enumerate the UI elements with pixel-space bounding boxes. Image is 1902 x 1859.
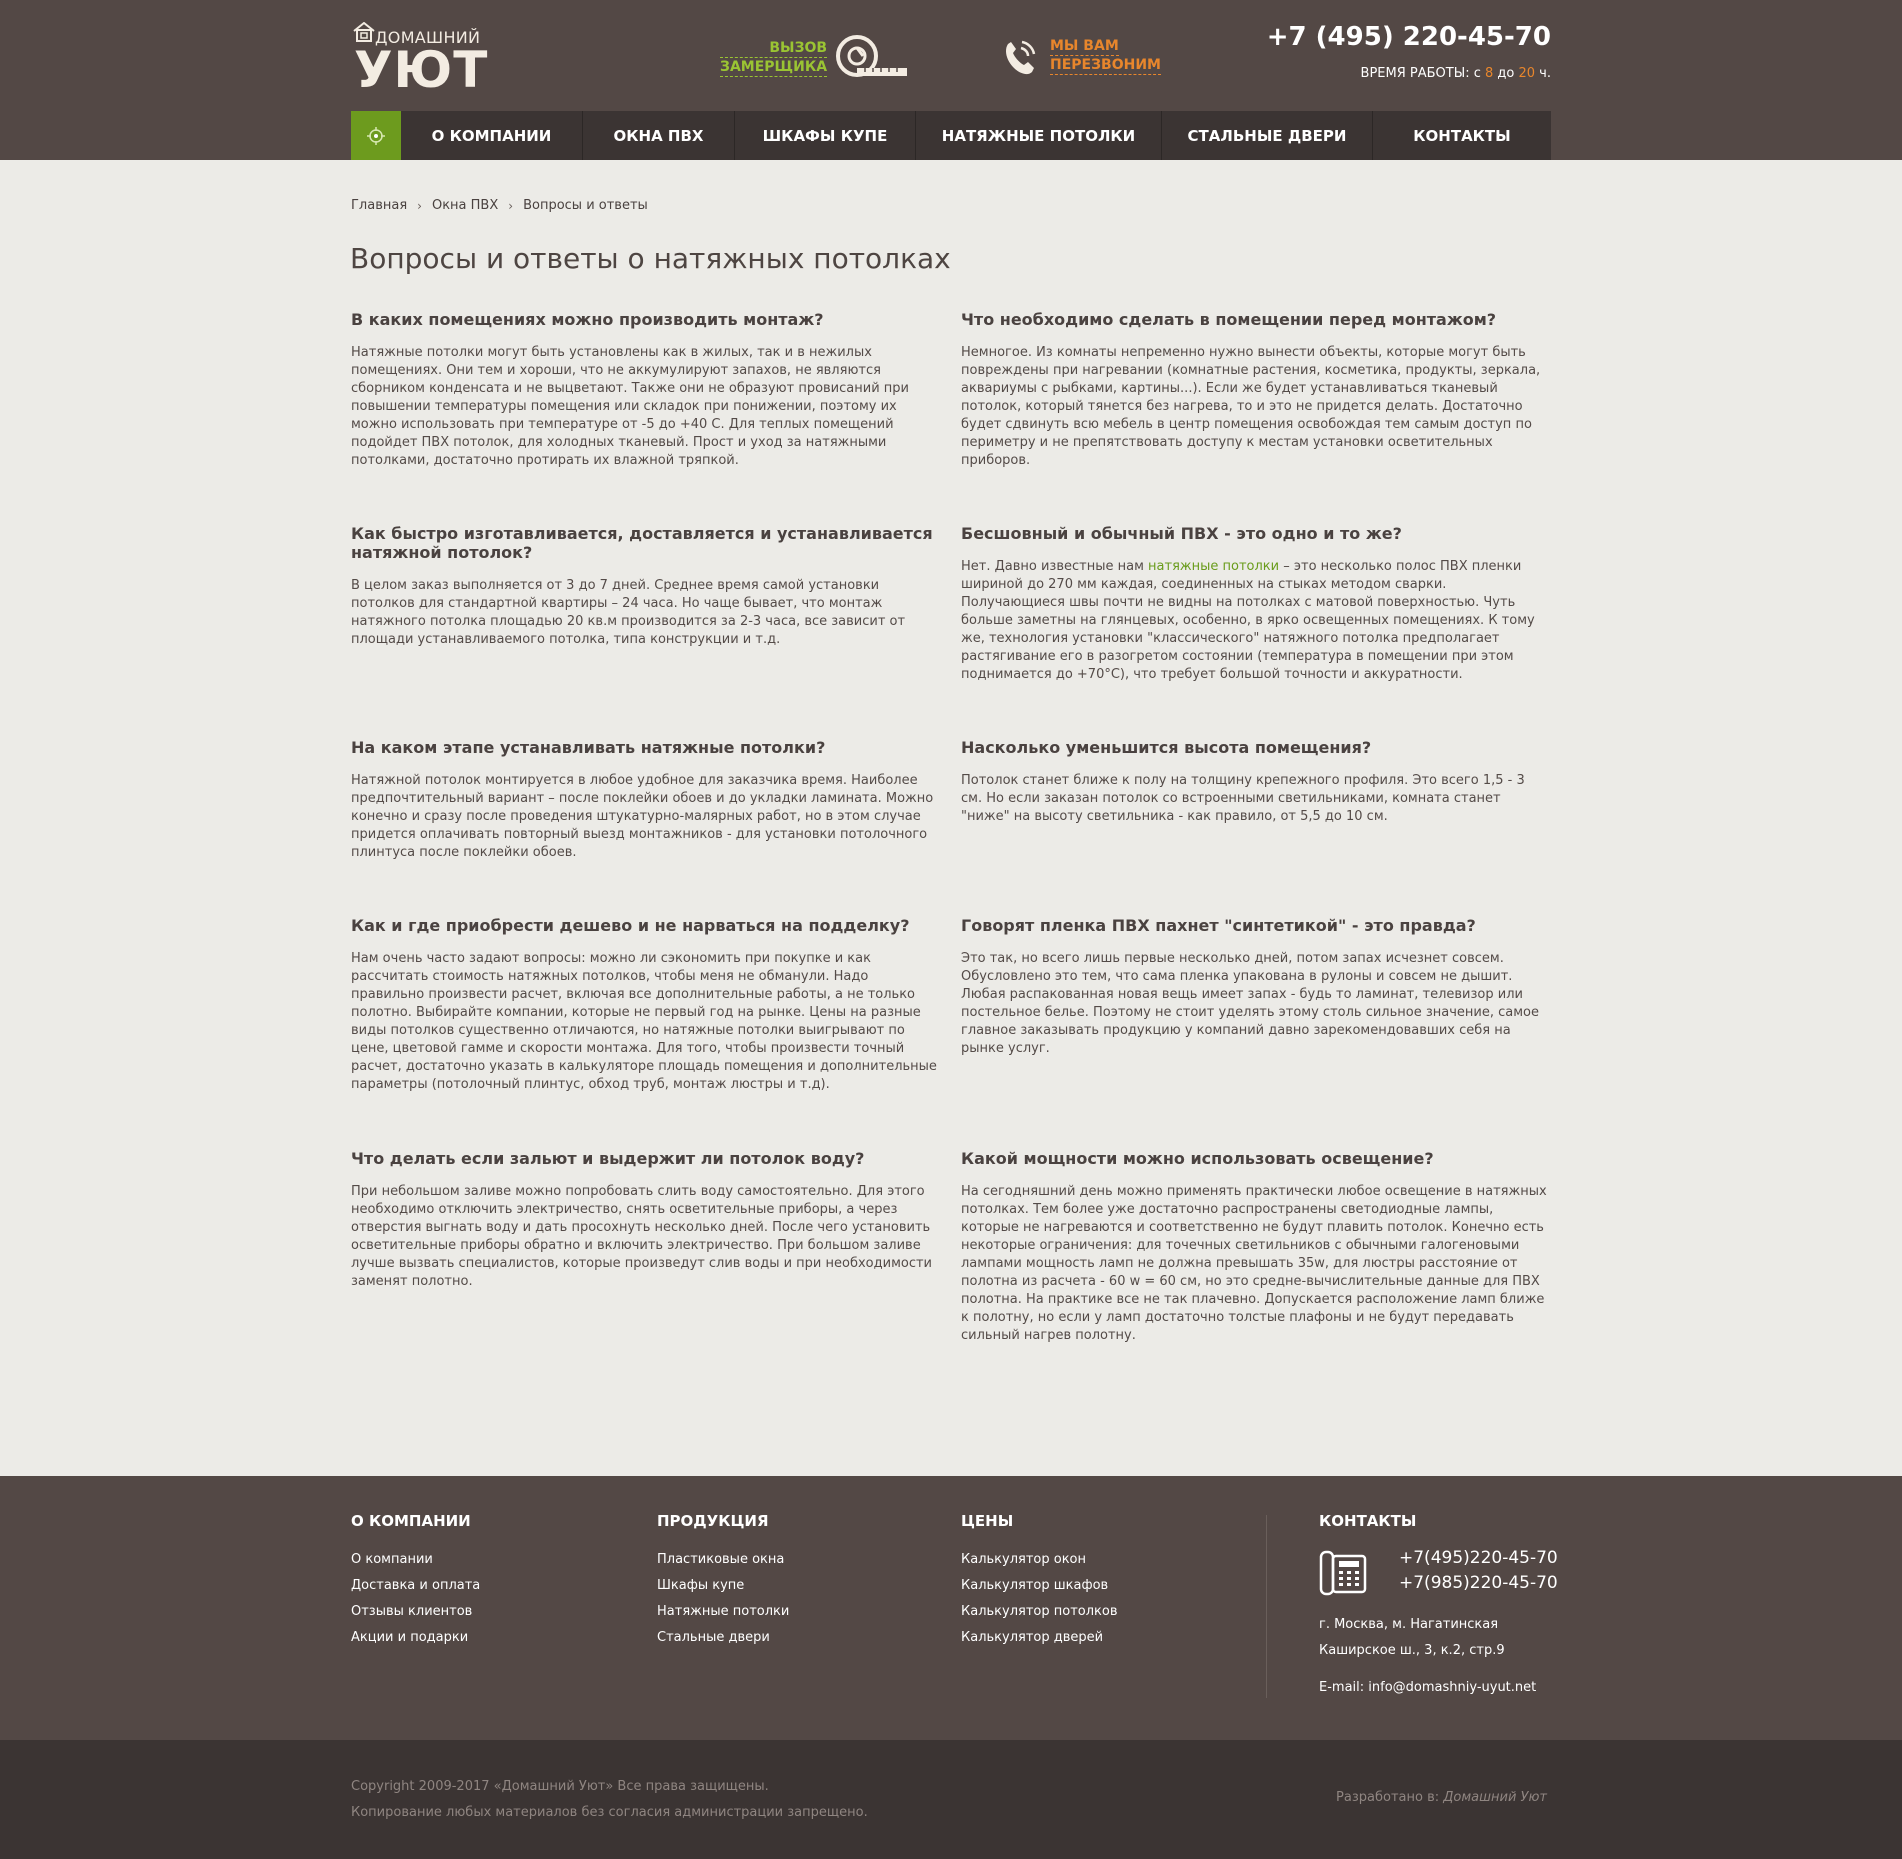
footer-col-title: ЦЕНЫ [961, 1512, 1014, 1530]
call-measurer-link[interactable]: ВЫЗОВ ЗАМЕРЩИКА [720, 34, 909, 82]
qa-answer: На сегодняшний день можно применять прак… [961, 1184, 1547, 1343]
breadcrumb-current: Вопросы и ответы [523, 198, 648, 213]
site-logo[interactable]: ДОМАШНИЙ УЮТ [351, 20, 487, 99]
qa-item: Как и где приобрести дешево и не нарвать… [351, 916, 939, 1094]
nav-item-wardrobes[interactable]: ШКАФЫ КУПЕ [735, 111, 916, 160]
footer-col-products: ПРОДУКЦИЯ Пластиковые окна Шкафы купе На… [657, 1512, 789, 1651]
qa-item: На каком этапе устанавливать натяжные по… [351, 738, 939, 862]
qa-answer: Натяжные потолки могут быть установлены … [351, 345, 909, 468]
footer-link[interactable]: Калькулятор окон [961, 1552, 1086, 1567]
nav-item-ceilings[interactable]: НАТЯЖНЫЕ ПОТОЛКИ [916, 111, 1162, 160]
breadcrumb-home[interactable]: Главная [351, 198, 407, 213]
stretch-ceilings-link[interactable]: натяжные потолки [1148, 559, 1279, 574]
footer-divider [1266, 1515, 1267, 1698]
site-footer [0, 1476, 1902, 1740]
footer-col-title: ПРОДУКЦИЯ [657, 1512, 769, 1530]
qa-question: Как быстро изготавливается, доставляется… [351, 524, 933, 562]
qa-item: Насколько уменьшится высота помещения? П… [961, 738, 1549, 826]
footer-col-title: КОНТАКТЫ [1319, 1512, 1417, 1530]
footer-phone-1[interactable]: +7(495)220-45-70 [1399, 1546, 1558, 1571]
callback-link[interactable]: МЫ ВАМ ПЕРЕЗВОНИМ [1002, 36, 1161, 76]
footer-link[interactable]: Натяжные потолки [657, 1604, 789, 1619]
qa-answer: Потолок станет ближе к полу на толщину к… [961, 773, 1525, 824]
footer-link[interactable]: Калькулятор шкафов [961, 1578, 1108, 1593]
qa-question: Что необходимо сделать в помещении перед… [961, 310, 1497, 329]
bottom-bar [0, 1740, 1902, 1859]
footer-contacts: КОНТАКТЫ +7(495)220-45-70 +7(985)220-45-… [1319, 1512, 1559, 1695]
callback-label-line1: МЫ ВАМ [1050, 38, 1119, 56]
footer-link[interactable]: Калькулятор потолков [961, 1604, 1118, 1619]
qa-question: В каких помещениях можно производить мон… [351, 310, 824, 329]
footer-link[interactable]: Акции и подарки [351, 1630, 468, 1645]
copyright-block: Copyright 2009-2017 «Домашний Уют» Все п… [351, 1774, 868, 1826]
breadcrumb-windows[interactable]: Окна ПВХ [432, 198, 498, 213]
measure-label-line2: ЗАМЕРЩИКА [720, 59, 828, 77]
tape-measure-icon [836, 35, 908, 77]
footer-link[interactable]: Шкафы купе [657, 1578, 744, 1593]
qa-question: Насколько уменьшится высота помещения? [961, 738, 1372, 757]
qa-question: Бесшовный и обычный ПВХ - это одно и то … [961, 524, 1402, 543]
footer-col-prices: ЦЕНЫ Калькулятор окон Калькулятор шкафов… [961, 1512, 1118, 1651]
nav-item-contacts[interactable]: КОНТАКТЫ [1373, 111, 1551, 160]
chevron-right-icon: › [417, 198, 422, 213]
callback-label-line2: ПЕРЕЗВОНИМ [1050, 57, 1161, 75]
nav-item-company[interactable]: О КОМПАНИИ [401, 111, 583, 160]
house-icon [353, 22, 375, 42]
nav-item-windows[interactable]: ОКНА ПВХ [583, 111, 735, 160]
qa-question: Говорят пленка ПВХ пахнет "синтетикой" -… [961, 916, 1476, 935]
header-phone[interactable]: +7 (495) 220-45-70 [1231, 22, 1551, 52]
footer-phone-2[interactable]: +7(985)220-45-70 [1399, 1571, 1558, 1596]
developer-name[interactable]: Домашний Уют [1443, 1790, 1547, 1805]
qa-question: Как и где приобрести дешево и не нарвать… [351, 916, 910, 935]
nav-home-button[interactable] [351, 111, 401, 160]
qa-question: На каком этапе устанавливать натяжные по… [351, 738, 826, 757]
hours-to: 20 [1518, 66, 1536, 81]
qa-answer: В целом заказ выполняется от 3 до 7 дней… [351, 578, 906, 647]
qa-item: В каких помещениях можно производить мон… [351, 310, 939, 470]
phone-handset-icon [1006, 40, 1036, 75]
qa-item: Что необходимо сделать в помещении перед… [961, 310, 1549, 470]
footer-link[interactable]: Пластиковые окна [657, 1552, 784, 1567]
copy-notice: Копирование любых материалов без согласи… [351, 1805, 868, 1820]
qa-answer: Нет. Давно известные нам натяжные потолк… [961, 559, 1535, 682]
qa-answer: При небольшом заливе можно попробовать с… [351, 1184, 932, 1289]
qa-answer: Натяжной потолок монтируется в любое удо… [351, 773, 934, 860]
qa-answer: Нам очень часто задают вопросы: можно ли… [351, 951, 937, 1092]
footer-email[interactable]: E-mail: info@domashniy-uyut.net [1319, 1680, 1536, 1695]
footer-link[interactable]: Отзывы клиентов [351, 1604, 472, 1619]
hours-suffix: ч. [1535, 66, 1551, 81]
footer-link[interactable]: Калькулятор дверей [961, 1630, 1103, 1645]
hours-mid: до [1493, 66, 1519, 81]
hours-prefix: ВРЕМЯ РАБОТЫ: с [1360, 66, 1485, 81]
main-nav: О КОМПАНИИ ОКНА ПВХ ШКАФЫ КУПЕ НАТЯЖНЫЕ … [351, 111, 1551, 160]
footer-address-line1: г. Москва, м. Нагатинская [1319, 1617, 1499, 1632]
copyright-text: Copyright 2009-2017 «Домашний Уют» Все п… [351, 1779, 769, 1794]
qa-item: Как быстро изготавливается, доставляется… [351, 524, 939, 649]
qa-item: Что делать если зальют и выдержит ли пот… [351, 1149, 939, 1291]
footer-link[interactable]: Доставка и оплата [351, 1578, 480, 1593]
qa-answer: Это так, но всего лишь первые несколько … [961, 951, 1539, 1056]
desk-phone-icon [1319, 1550, 1367, 1596]
breadcrumb: Главная › Окна ПВХ › Вопросы и ответы [351, 198, 648, 213]
qa-item: Бесшовный и обычный ПВХ - это одно и то … [961, 524, 1549, 684]
target-icon [367, 126, 385, 145]
footer-address-line2: Каширское ш., 3, к.2, стр.9 [1319, 1643, 1505, 1658]
developer-credit: Разработано в: Домашний Уют [1336, 1790, 1547, 1805]
footer-link[interactable]: Стальные двери [657, 1630, 770, 1645]
footer-link[interactable]: О компании [351, 1552, 433, 1567]
footer-col-title: О КОМПАНИИ [351, 1512, 471, 1530]
qa-answer: Немногое. Из комнаты непременно нужно вы… [961, 345, 1541, 468]
logo-big-text: УЮТ [354, 41, 489, 99]
qa-item: Какой мощности можно использовать освеще… [961, 1149, 1549, 1345]
qa-question: Что делать если зальют и выдержит ли пот… [351, 1149, 865, 1168]
nav-item-doors[interactable]: СТАЛЬНЫЕ ДВЕРИ [1162, 111, 1373, 160]
qa-item: Говорят пленка ПВХ пахнет "синтетикой" -… [961, 916, 1549, 1058]
working-hours: ВРЕМЯ РАБОТЫ: с 8 до 20 ч. [1231, 66, 1551, 81]
footer-col-company: О КОМПАНИИ О компании Доставка и оплата … [351, 1512, 480, 1651]
qa-question: Какой мощности можно использовать освеще… [961, 1149, 1434, 1168]
measure-label-line1: ВЫЗОВ [720, 39, 828, 58]
page-title: Вопросы и ответы о натяжных потолках [350, 242, 951, 275]
chevron-right-icon: › [508, 198, 514, 213]
